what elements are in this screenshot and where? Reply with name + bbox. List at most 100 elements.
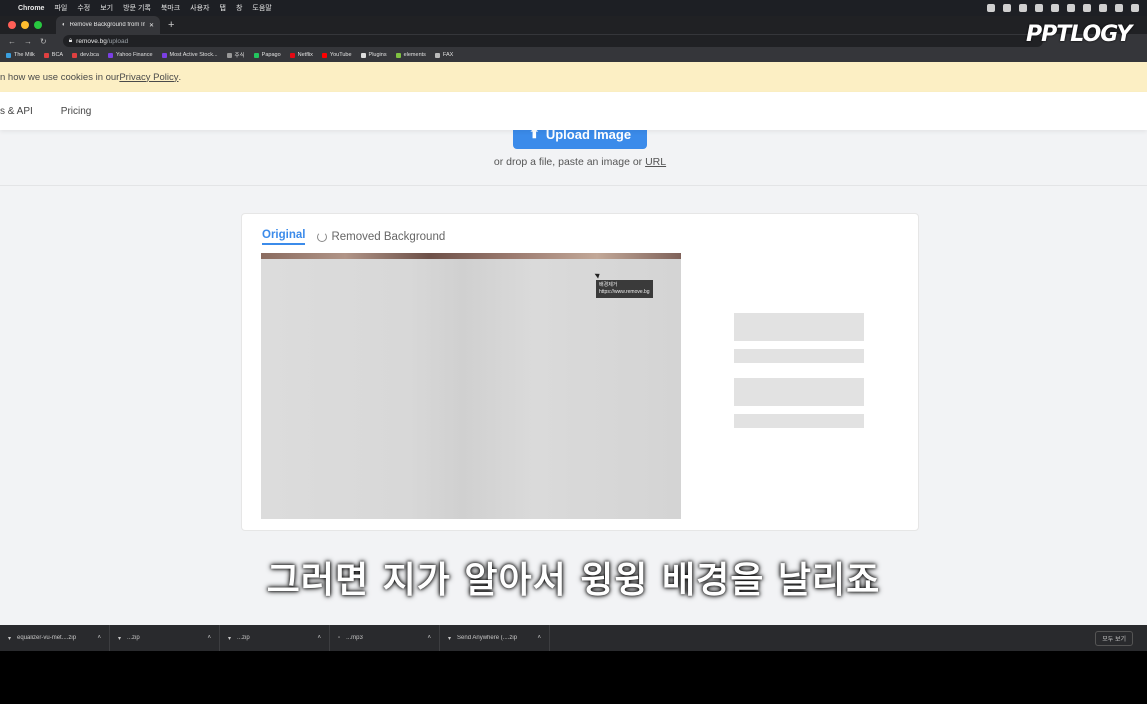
cookie-suffix: .: [178, 71, 182, 83]
bookmark-item[interactable]: The Milk: [6, 52, 35, 58]
maximize-window-icon[interactable]: [34, 21, 42, 29]
bookmark-label: YouTube: [329, 52, 352, 58]
menubar-item[interactable]: 사용자: [190, 3, 209, 13]
bookmark-item[interactable]: Netflix: [289, 52, 313, 58]
tab-close-icon[interactable]: ✕: [149, 22, 154, 29]
bookmark-label: elements: [403, 52, 426, 58]
menubar-item[interactable]: 창: [236, 3, 242, 13]
video-letterbox: [0, 651, 1147, 704]
page-viewport: n how we use cookies in our Privacy Poli…: [0, 62, 1147, 625]
status-icon[interactable]: [1099, 4, 1107, 12]
bookmark-label: Papago: [261, 52, 281, 58]
download-item[interactable]: ▾ Send Anywhere (....zip ˄: [440, 625, 550, 651]
tooltip-line: 배경제거: [599, 282, 618, 288]
skeleton-block: [734, 414, 864, 428]
new-tab-button[interactable]: +: [168, 19, 174, 31]
tab-title: Remove Background from Ima: [69, 22, 145, 28]
status-icon[interactable]: [1019, 4, 1027, 12]
bookmark-item[interactable]: Yahoo Finance: [107, 52, 153, 58]
drop-hint-text: or drop a file, paste an image or: [493, 156, 646, 168]
skeleton-block: [734, 313, 864, 341]
bookmark-icon: [161, 52, 167, 58]
lock-icon: 🔒︎: [68, 37, 73, 44]
bookmark-item[interactable]: elements: [395, 52, 426, 58]
bookmark-item[interactable]: YouTube: [321, 52, 352, 58]
section-divider: [0, 185, 1147, 186]
tab-favicon-icon: ◐: [62, 22, 66, 28]
menubar-app-name[interactable]: Chrome: [18, 5, 44, 12]
download-item[interactable]: ▾ equalizer-vu-met....zip ˄: [0, 625, 110, 651]
download-item[interactable]: ▾ ...zip ˄: [220, 625, 330, 651]
privacy-policy-link[interactable]: Privacy Policy: [119, 72, 178, 83]
bookmark-label: BCA: [51, 52, 64, 58]
bookmark-icon: [226, 52, 232, 58]
url-link[interactable]: URL: [645, 156, 666, 168]
bookmark-item[interactable]: Most Active Stock...: [161, 52, 218, 58]
menubar-item[interactable]: 방문 기록: [123, 3, 151, 13]
bookmark-item[interactable]: FAX: [434, 52, 454, 58]
menubar-item[interactable]: 보기: [100, 3, 113, 13]
bookmark-item[interactable]: dev.bca: [72, 52, 99, 58]
chevron-up-icon[interactable]: ˄: [537, 635, 541, 641]
status-icon[interactable]: [1035, 4, 1043, 12]
close-window-icon[interactable]: [8, 21, 16, 29]
file-icon: ▾: [448, 635, 452, 642]
download-item[interactable]: ▫ ...mp3 ˄: [330, 625, 440, 651]
bookmarks-bar: The Milk BCA dev.bca Yahoo Finance Most …: [0, 48, 1147, 62]
url-domain: remove.bg: [76, 37, 107, 45]
status-icon[interactable]: [987, 4, 995, 12]
tab-removed-background[interactable]: Removed Background: [317, 229, 445, 245]
chevron-up-icon[interactable]: ˄: [97, 635, 101, 641]
tab-removed-label: Removed Background: [331, 231, 446, 243]
menubar-item[interactable]: 수정: [77, 3, 90, 13]
show-all-downloads-button[interactable]: 모두 보기: [1095, 630, 1133, 646]
reload-icon[interactable]: ↻: [40, 37, 47, 46]
bookmark-item[interactable]: BCA: [43, 52, 64, 58]
bookmark-label: 주식: [234, 53, 245, 59]
status-icons: [987, 4, 1139, 12]
address-bar: ← → ↻ 🔒︎ remove.bg/upload: [0, 34, 1147, 48]
nav-pricing-link[interactable]: Pricing: [61, 106, 92, 117]
back-icon[interactable]: ←: [8, 37, 16, 46]
download-name: ...mp3: [346, 635, 363, 641]
url-input[interactable]: 🔒︎ remove.bg/upload: [62, 35, 1043, 47]
nav-tools-api-link[interactable]: s & API: [0, 106, 33, 117]
chevron-up-icon[interactable]: ˄: [317, 635, 321, 641]
status-icon[interactable]: [1067, 4, 1075, 12]
chevron-up-icon[interactable]: ˄: [207, 635, 211, 641]
bookmark-icon: [434, 52, 440, 58]
mouse-cursor-icon: [594, 271, 602, 279]
menubar-item[interactable]: 파일: [54, 3, 67, 13]
download-item[interactable]: ▾ ...zip ˄: [110, 625, 220, 651]
browser-tabbar: ◐ Remove Background from Ima ✕ +: [0, 16, 1147, 34]
bookmark-item[interactable]: 주식: [226, 51, 245, 59]
download-name: ...zip: [237, 635, 250, 641]
video-subtitle: 그러면 지가 알아서 윙윙 배경을 날리죠: [266, 560, 881, 601]
bookmark-label: Yahoo Finance: [115, 52, 153, 58]
tooltip: 배경제거 https://www.remove.bg: [596, 280, 653, 298]
status-icon[interactable]: [1051, 4, 1059, 12]
chevron-up-icon[interactable]: ˄: [427, 635, 431, 641]
status-icon[interactable]: [1083, 4, 1091, 12]
channel-logo-watermark: PPTLOGY: [1026, 22, 1132, 47]
downloads-shelf: ▾ equalizer-vu-met....zip ˄ ▾ ...zip ˄ ▾ ...z…: [0, 625, 1147, 651]
forward-icon[interactable]: →: [24, 37, 32, 46]
menubar-item[interactable]: 탭: [220, 3, 226, 13]
menubar-item[interactable]: 북마크: [161, 3, 180, 13]
menubar-item[interactable]: 도움말: [252, 3, 271, 13]
status-icon[interactable]: [1115, 4, 1123, 12]
status-icon[interactable]: [1131, 4, 1139, 12]
cookie-banner: n how we use cookies in our Privacy Poli…: [0, 62, 1147, 92]
drop-hint: or drop a file, paste an image or URL: [0, 156, 1147, 168]
tab-original[interactable]: Original: [262, 229, 306, 245]
status-icon[interactable]: [1003, 4, 1011, 12]
bookmark-label: dev.bca: [80, 52, 99, 58]
bookmark-label: FAX: [442, 52, 454, 58]
bookmark-item[interactable]: Papago: [253, 52, 281, 58]
file-icon: ▾: [118, 635, 122, 642]
minimize-window-icon[interactable]: [21, 21, 29, 29]
cookie-text: n how we use cookies in our: [0, 71, 120, 83]
browser-tab[interactable]: ◐ Remove Background from Ima ✕: [56, 16, 160, 34]
bookmark-item[interactable]: Plugins: [360, 52, 387, 58]
bookmark-label: Netflix: [297, 52, 313, 58]
